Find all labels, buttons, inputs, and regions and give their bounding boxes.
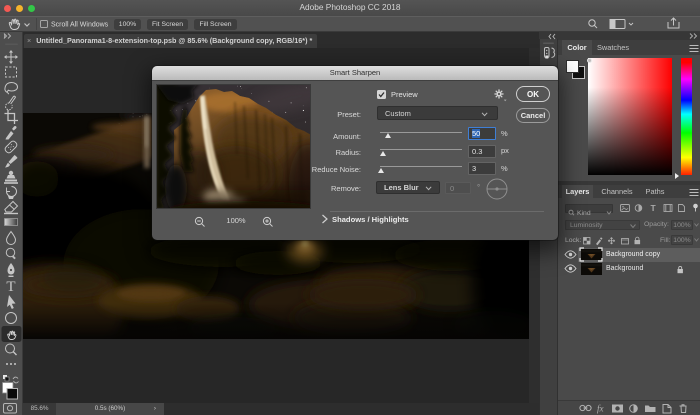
svg-text:T: T bbox=[6, 279, 15, 295]
svg-text:Scroll All Windows: Scroll All Windows bbox=[51, 22, 109, 29]
